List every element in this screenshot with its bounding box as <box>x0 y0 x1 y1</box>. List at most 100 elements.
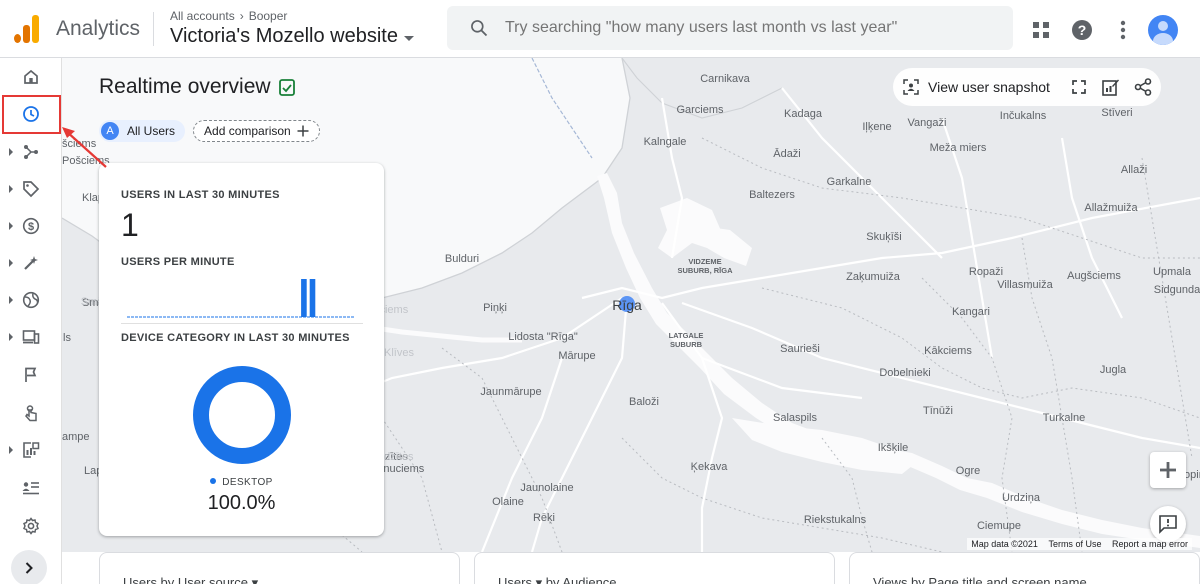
map-place-label: ampe <box>62 431 90 443</box>
segment-label: All Users <box>127 124 176 138</box>
map-place-label: Ķekava <box>690 461 728 473</box>
breadcrumb[interactable]: All accounts › Booper <box>170 9 287 23</box>
share-icon[interactable] <box>1128 72 1158 102</box>
search-input[interactable] <box>505 19 985 37</box>
add-comparison-label: Add comparison <box>204 124 291 138</box>
add-comparison-button[interactable]: Add comparison <box>193 120 320 142</box>
map-place-label: Ropaži <box>968 266 1004 278</box>
touch-icon <box>25 405 37 422</box>
property-selector[interactable]: Victoria's Mozello website <box>170 25 414 48</box>
device-legend: DESKTOP <box>99 477 384 488</box>
users-per-minute-label: USERS PER MINUTE <box>121 256 235 268</box>
nav-demographics[interactable] <box>0 284 62 316</box>
segment-chip-all-users[interactable]: A All Users <box>99 120 186 142</box>
terms-link[interactable]: Terms of Use <box>1048 539 1101 549</box>
map-place-label: Stīveri <box>1101 107 1133 119</box>
comparison-row: A All Users Add comparison <box>99 120 320 142</box>
users-last-30-value: 1 <box>121 207 139 243</box>
map-place-label: Meža miers <box>929 142 987 154</box>
analytics-logo-icon[interactable] <box>14 15 40 43</box>
map-district-label: LATGALE SUBURB <box>668 331 704 349</box>
page-title-row: Realtime overview <box>99 75 295 99</box>
map-district-label: VIDZEME SUBURB, RĪGA <box>677 257 733 275</box>
map-place-label: Zaķumuiža <box>846 271 900 283</box>
caret-down-icon <box>404 35 414 41</box>
device-category-label: DEVICE CATEGORY IN LAST 30 MINUTES <box>121 332 350 344</box>
annotation-arrow <box>62 127 107 168</box>
verified-check-icon[interactable] <box>278 78 295 96</box>
map-place-label: Garciems <box>676 104 724 116</box>
chevron-right-icon <box>9 148 13 156</box>
plus-icon <box>297 125 309 137</box>
map-place-label: Kadaga <box>784 108 822 120</box>
fullscreen-icon[interactable] <box>1064 72 1094 102</box>
acquisition-icon <box>24 145 38 159</box>
report-map-error-link[interactable]: Report a map error <box>1112 539 1188 549</box>
view-user-snapshot-button[interactable]: View user snapshot <box>903 79 1050 95</box>
nav-engagement[interactable] <box>0 173 62 205</box>
nav-user-explorer[interactable] <box>0 472 62 504</box>
flag-icon <box>25 367 37 382</box>
nav-tech[interactable] <box>0 321 62 353</box>
map-place-label: Lidosta "Rīga" <box>508 331 578 343</box>
device-category-donut[interactable] <box>192 365 292 465</box>
map-place-label: Inčukalns <box>999 110 1047 122</box>
map-data-credit: Map data ©2021 <box>971 539 1038 549</box>
help-icon[interactable]: ? <box>1062 10 1102 50</box>
nav-retention[interactable] <box>0 247 62 279</box>
map-place-label: Tīnūži <box>923 405 953 417</box>
chevron-right-icon <box>9 296 13 304</box>
zoom-in-button[interactable] <box>1150 452 1186 488</box>
feedback-button[interactable] <box>1150 506 1186 542</box>
map-place-label: Baltezers <box>749 189 795 201</box>
dimension-selector[interactable]: Page title and screen name <box>928 575 1087 584</box>
nav-library[interactable] <box>0 434 62 466</box>
caret-down-icon: ▾ <box>535 575 546 584</box>
customize-report-icon[interactable] <box>1096 72 1126 102</box>
map-place-label: Riekstukalns <box>803 514 867 526</box>
map-place-label: Saurieši <box>780 343 820 355</box>
per-minute-bar[interactable] <box>301 279 307 317</box>
apps-grid-icon[interactable] <box>1021 10 1061 50</box>
nav-acquisition[interactable] <box>0 136 62 168</box>
search-icon <box>471 20 488 37</box>
users-by-source-card[interactable]: Users by User source ▾ <box>99 552 460 584</box>
search-bar[interactable] <box>447 6 1013 50</box>
account-avatar-icon[interactable] <box>1148 15 1178 45</box>
donut-segment-desktop[interactable] <box>193 366 291 464</box>
map-place-label: Kalngale <box>643 136 687 148</box>
map-place-label: Ādaži <box>773 148 801 160</box>
map-place-label: Jaunolaine <box>520 482 574 494</box>
map-place-label: Ogre <box>955 465 981 477</box>
nav-admin[interactable] <box>0 510 62 542</box>
nav-events[interactable] <box>0 359 62 391</box>
plus-icon <box>1160 462 1176 478</box>
per-minute-bar[interactable] <box>309 279 316 317</box>
product-name: Analytics <box>56 17 141 40</box>
expand-nav-button[interactable] <box>11 550 47 584</box>
map-place-label: Turkalne <box>1042 412 1086 424</box>
breadcrumb-accounts[interactable]: All accounts <box>170 9 235 23</box>
realtime-summary-card: USERS IN LAST 30 MINUTES 1 USERS PER MIN… <box>99 163 384 536</box>
map-place-label: Urdziņa <box>1002 492 1040 504</box>
more-vert-icon[interactable] <box>1103 10 1143 50</box>
card-title-prefix: Views by <box>873 575 929 584</box>
map-place-label: Olaine <box>492 496 524 508</box>
views-by-page-card[interactable]: Views by Page title and screen name <box>849 552 1200 584</box>
dimension-selector[interactable]: User source <box>177 575 248 584</box>
nav-monetization[interactable]: $ <box>0 210 62 242</box>
nav-conversions[interactable] <box>0 397 62 429</box>
map-place-label: Garkalne <box>826 176 872 188</box>
users-by-audience-card[interactable]: Users ▾ by Audience <box>474 552 835 584</box>
card-title-dimension: by Audience <box>545 575 617 584</box>
map-place-label: Villasmuiža <box>997 279 1053 291</box>
map-place-label: Iļķene <box>862 121 892 133</box>
map-place-label: Allažmuiža <box>1084 202 1138 214</box>
nav-home[interactable] <box>0 61 62 93</box>
map-place-label: Dobelnieki <box>879 367 931 379</box>
map-place-label: Mārupe <box>558 350 596 362</box>
breadcrumb-account[interactable]: Booper <box>249 9 288 23</box>
card-title-prefix: Users by <box>123 575 178 584</box>
map-place-label: Kangari <box>952 306 990 318</box>
map-place-label: Vangaži <box>907 117 947 129</box>
